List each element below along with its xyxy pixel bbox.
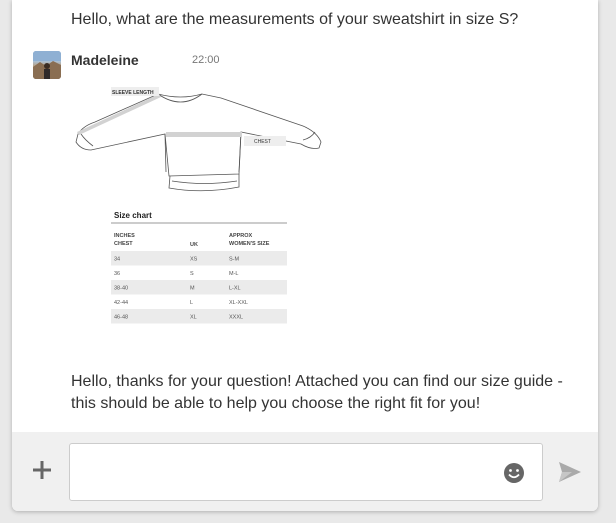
sleeve-length-label: SLEEVE LENGTH [112,90,154,96]
chat-panel: Hello, what are the measurements of your… [12,0,598,511]
size-chart-title: Size chart [114,211,152,220]
size-chart-row [111,280,287,295]
add-attachment-button[interactable] [30,458,54,482]
size-chart-row [111,294,287,309]
size-chart-row [111,309,287,324]
size-chart-cell: L-XL [229,286,241,292]
size-chart-cell: XXXL [229,315,243,321]
send-button[interactable] [558,461,582,483]
size-chart-row [111,265,287,280]
size-chart-cell: XL [190,315,197,321]
size-chart-header-cell: INCHES CHEST [114,233,135,247]
emoji-button[interactable] [503,462,525,484]
size-chart-cell: S [190,271,194,277]
message-timestamp: 22:00 [192,54,220,66]
size-chart-rows: 34 XS S-M 36 S M-L 38-40 M L-XL 42-44 L XL-XXL 46-48… [111,251,287,324]
size-guide-image: SLEEVE LENGTH CHEST Size chart INCHES CHE… [75,87,322,324]
size-chart-cell: 38-40 [114,286,128,292]
size-chart-cell: XL-XXL [229,300,248,306]
message-input[interactable] [80,444,494,502]
sender-name: Madeleine [71,52,139,68]
size-chart-header-cell: UK [190,242,198,248]
size-chart-cell: M-L [229,271,238,277]
send-icon [559,462,581,482]
size-chart-cell: 36 [114,271,120,277]
size-chart-cell: L [190,300,193,306]
size-chart-cell: 42-44 [114,300,128,306]
size-chart-cell: XS [190,257,198,263]
size-chart-header-cell: APPROX WOMEN'S SIZE [229,233,270,247]
size-chart-cell: 34 [114,257,120,263]
size-chart-headers: INCHES CHEST UK APPROX WOMEN'S SIZE [114,233,270,248]
composer-bar [12,432,598,511]
size-chart-cell: 46-48 [114,315,128,321]
plus-icon [33,461,51,479]
chest-label: CHEST [254,139,271,145]
size-guide-attachment[interactable]: SLEEVE LENGTH CHEST Size chart INCHES CHE… [71,84,331,334]
reply-message-text: Hello, thanks for your question! Attache… [71,373,563,412]
smiley-icon [504,463,524,483]
size-chart-row [111,251,287,266]
size-chart-cell: S-M [229,257,240,263]
message-input-box[interactable] [69,443,543,502]
avatar[interactable] [33,51,61,79]
previous-message-text: Hello, what are the measurements of your… [71,11,519,28]
size-chart-cell: M [190,286,195,292]
